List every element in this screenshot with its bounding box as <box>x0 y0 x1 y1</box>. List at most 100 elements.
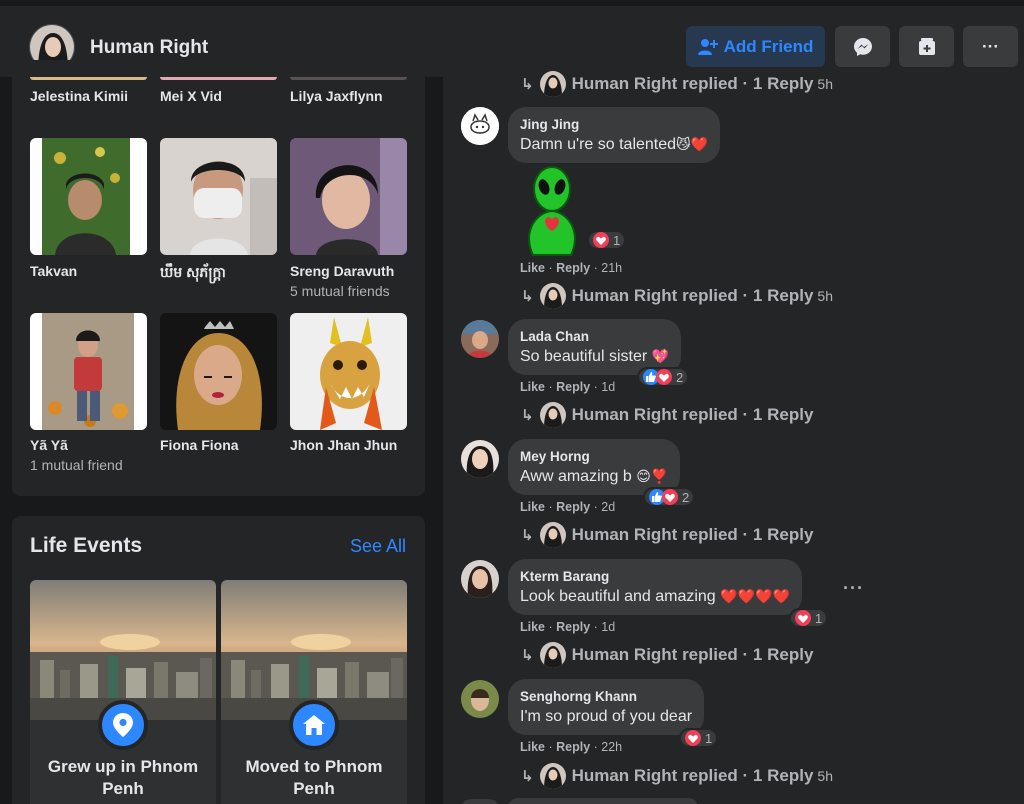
like-button[interactable]: Like <box>520 380 545 394</box>
friend-photo[interactable] <box>160 313 277 430</box>
comment-author[interactable]: Kterm Barang <box>520 569 790 585</box>
avatar[interactable] <box>461 680 499 718</box>
friend-photo[interactable] <box>160 77 277 80</box>
comment-time[interactable]: 1d <box>601 380 615 394</box>
home-icon <box>289 700 339 750</box>
avatar <box>539 402 566 428</box>
reply-button[interactable]: Reply <box>556 740 590 754</box>
friend-name[interactable]: Fiona Fiona <box>160 437 239 453</box>
friend-photo[interactable] <box>30 77 147 80</box>
reply-button[interactable]: Reply <box>556 380 590 394</box>
like-button[interactable]: Like <box>520 500 545 514</box>
avatar <box>539 283 566 309</box>
friend-name[interactable]: Yã Yã <box>30 437 68 453</box>
life-event-label: Grew up in Phnom Penh <box>30 756 216 800</box>
reply-count: · 1 Reply <box>742 525 814 544</box>
comment-body: Aww amazing b <box>520 468 632 485</box>
friend-photo[interactable] <box>290 138 407 255</box>
life-event-label-line2: Penh <box>293 779 335 798</box>
comment-time[interactable]: 2d <box>601 500 615 514</box>
avatar[interactable] <box>461 440 499 478</box>
friend-name[interactable]: Lilya Jaxflynn <box>290 88 383 104</box>
reaction-count[interactable]: 2 <box>643 487 696 507</box>
reply-time: 5h <box>817 288 833 304</box>
life-event-tile[interactable]: Moved to Phnom Penh <box>221 580 407 804</box>
reaction-number: 1 <box>613 232 621 248</box>
friend-name[interactable]: Jelestina Kimii <box>30 88 128 104</box>
city-skyline-image <box>30 580 216 720</box>
reaction-count[interactable]: 1 <box>789 608 829 628</box>
profile-name[interactable]: Human Right <box>90 37 208 59</box>
friend-photo[interactable] <box>290 77 407 80</box>
comment-author[interactable]: Lada Chan <box>520 329 669 345</box>
avatar[interactable] <box>461 560 499 598</box>
heart-reaction-icon <box>593 232 609 248</box>
comment-text: Damn u're so talented😼❤️ <box>520 133 708 156</box>
messenger-icon <box>853 37 872 56</box>
friend-photo[interactable] <box>30 138 147 255</box>
comment-body: Damn u're so talented <box>520 136 677 153</box>
view-replies-link[interactable]: ↳ Human Right replied · 1 Reply <box>521 402 817 428</box>
friend-name[interactable]: ឃឹម សុភ័ក្ត្រា <box>160 263 226 284</box>
bookmark-box-icon <box>918 37 935 55</box>
see-all-link[interactable]: See All <box>350 536 406 557</box>
reply-button[interactable]: Reply <box>556 620 590 634</box>
avatar[interactable] <box>461 320 499 358</box>
like-button[interactable]: Like <box>520 740 545 754</box>
friend-photo[interactable] <box>290 313 407 430</box>
reply-time: 5h <box>817 768 833 784</box>
reply-count: · 1 Reply <box>742 405 814 424</box>
comment-time[interactable]: 21h <box>601 261 622 275</box>
comment-options-button[interactable]: ··· <box>843 578 864 599</box>
save-button[interactable] <box>899 26 954 67</box>
reaction-count[interactable]: 1 <box>679 728 719 748</box>
heart-reaction-icon <box>685 730 701 746</box>
reply-time: 5h <box>817 76 833 92</box>
view-replies-link[interactable]: ↳ Human Right replied · 1 Reply 5h <box>521 71 833 97</box>
location-pin-icon <box>98 700 148 750</box>
reaction-number: 2 <box>682 489 690 505</box>
add-friend-button[interactable]: Add Friend <box>686 26 825 67</box>
messenger-button[interactable] <box>835 26 890 67</box>
more-options-button[interactable]: ··· <box>963 26 1018 67</box>
comment-author[interactable]: Senghorng Khann <box>520 689 692 705</box>
reply-button[interactable]: Reply <box>556 500 590 514</box>
mutual-friends-count[interactable]: 1 mutual friend <box>30 457 123 473</box>
avatar <box>539 522 566 548</box>
reaction-count[interactable]: 2 <box>637 367 690 387</box>
view-replies-link[interactable]: ↳ Human Right replied · 1 Reply 5h <box>521 283 833 309</box>
avatar[interactable] <box>461 107 499 145</box>
view-replies-link[interactable]: ↳ Human Right replied · 1 Reply <box>521 642 817 668</box>
comment-time[interactable]: 1d <box>601 620 615 634</box>
view-replies-link[interactable]: ↳ Human Right replied · 1 Reply 5h <box>521 763 833 789</box>
friend-photo[interactable] <box>160 138 277 255</box>
friend-name[interactable]: Jhon Jhan Jhun <box>290 437 397 453</box>
comment-time[interactable]: 22h <box>601 740 622 754</box>
mutual-friends-count[interactable]: 5 mutual friends <box>290 283 390 299</box>
view-replies-link[interactable]: ↳ Human Right replied · 1 Reply <box>521 522 817 548</box>
comment-text: Aww amazing b 😊❣️ <box>520 465 668 488</box>
reply-arrow-icon: ↳ <box>521 407 534 424</box>
friend-name[interactable]: Sreng Daravuth <box>290 263 394 279</box>
reply-arrow-icon: ↳ <box>521 288 534 305</box>
comment-actions: Like · Reply · 2d <box>520 500 616 514</box>
life-events-card: Life Events See All Grew up in Phnom Pen… <box>12 516 425 804</box>
replied-label: Human Right replied <box>571 74 738 93</box>
comment-bubble <box>508 798 698 804</box>
like-button[interactable]: Like <box>520 261 545 275</box>
life-event-label-line1: Grew up in Phnom <box>47 757 199 776</box>
reply-button[interactable]: Reply <box>556 261 590 275</box>
reaction-count[interactable]: 1 <box>587 230 627 250</box>
comment-author[interactable]: Mey Horng <box>520 449 668 465</box>
like-button[interactable]: Like <box>520 620 545 634</box>
friend-name[interactable]: Takvan <box>30 263 77 279</box>
life-event-tile[interactable]: Grew up in Phnom Penh <box>30 580 216 804</box>
friends-card: Jelestina Kimii Mei X Vid Lilya Jaxflynn… <box>12 60 425 496</box>
avatar[interactable] <box>461 799 499 804</box>
friend-photo[interactable] <box>30 313 147 430</box>
replied-label: Human Right replied <box>571 645 738 664</box>
comment-author[interactable]: Jing Jing <box>520 117 708 133</box>
friend-name[interactable]: Mei X Vid <box>160 88 222 104</box>
alien-sticker <box>519 165 585 257</box>
life-event-label-line2: Penh <box>102 779 144 798</box>
